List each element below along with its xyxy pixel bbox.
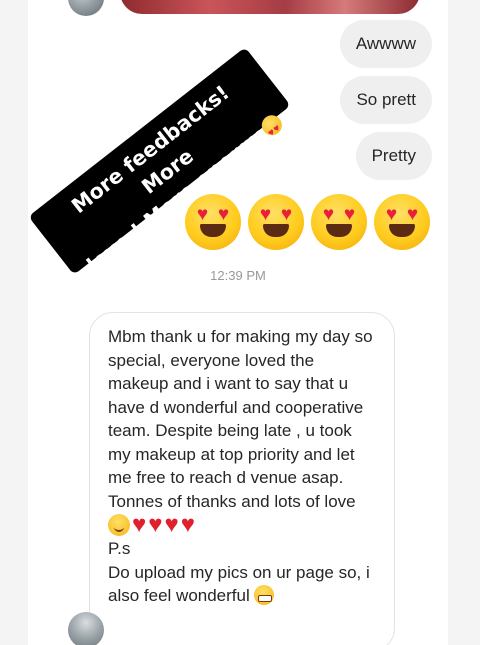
heart-eyes-emoji-icon: ♥ ♥ xyxy=(311,194,367,250)
heart-eyes-emoji-icon: ♥ ♥ xyxy=(248,194,304,250)
sent-message[interactable]: Awwww xyxy=(339,20,432,68)
received-message[interactable]: Mbm thank u for making my day so special… xyxy=(89,312,395,645)
message-text: Do upload my pics on ur page so, i also … xyxy=(108,561,378,608)
message-text: Tonnes of thanks and lots of love xyxy=(108,491,356,511)
sender-avatar[interactable] xyxy=(68,0,104,16)
message-text: P.s xyxy=(108,539,131,558)
message-text: Mbm thank u for making my day so special… xyxy=(108,327,373,487)
emoji-message[interactable]: ♥ ♥ ♥ ♥ ♥ ♥ ♥ ♥ xyxy=(185,194,430,250)
smiling-face-with-hearts-icon xyxy=(108,514,130,536)
red-heart-icon: ♥ xyxy=(164,511,179,538)
red-heart-icon: ♥ xyxy=(132,511,147,538)
message-text-content: Do upload my pics on ur page so, i also … xyxy=(108,562,370,606)
red-heart-icon: ♥ xyxy=(148,511,163,538)
heart-eyes-emoji-icon: ♥ ♥ xyxy=(374,194,430,250)
emoji-line: ♥ ♥ ♥ ♥ xyxy=(108,513,378,537)
sent-message[interactable]: Pretty xyxy=(355,132,432,180)
sender-avatar[interactable] xyxy=(68,612,104,645)
shared-photo[interactable] xyxy=(120,0,420,14)
sent-message[interactable]: So prett xyxy=(340,76,432,124)
grimacing-emoji-icon xyxy=(253,585,274,605)
red-heart-icon: ♥ xyxy=(180,511,195,538)
